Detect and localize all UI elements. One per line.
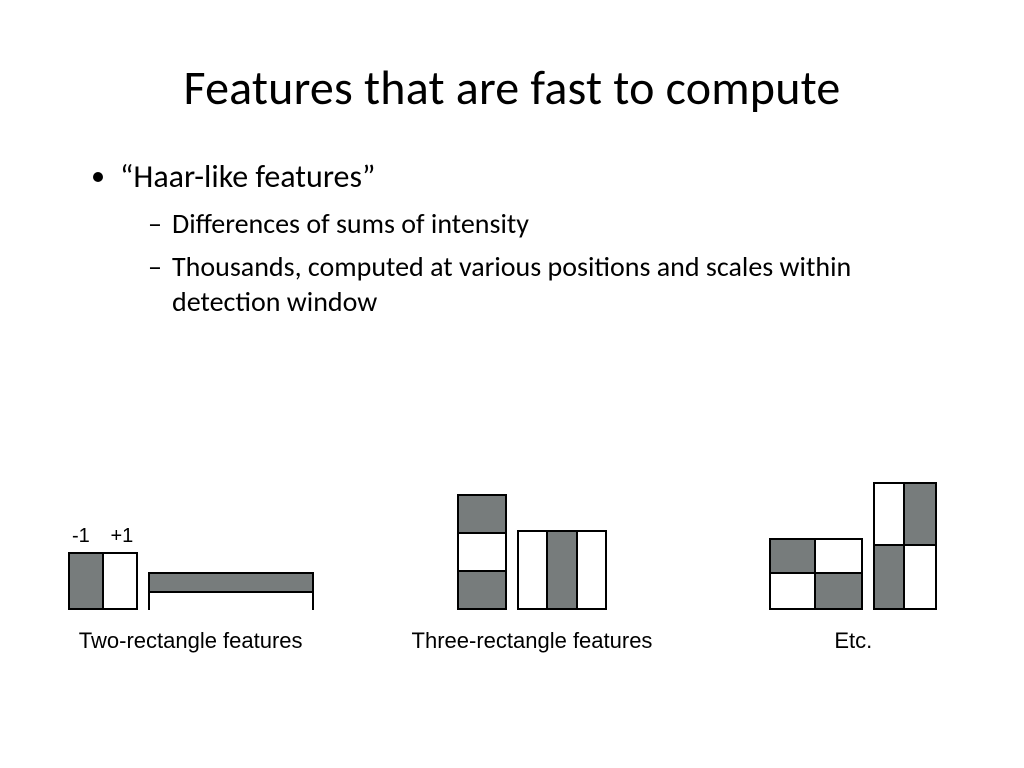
three-rectangle-group: Three-rectangle features bbox=[392, 470, 672, 654]
sub-bullet-list: Differences of sums of intensity Thousan… bbox=[120, 206, 944, 319]
three-rect-horizontal-icon bbox=[517, 530, 607, 610]
four-rect-tall-icon bbox=[873, 482, 937, 610]
etc-group: Etc. bbox=[733, 470, 973, 654]
two-rect-vertical-wrap: -1 +1 bbox=[68, 525, 138, 610]
slide-title: Features that are fast to compute bbox=[0, 0, 1024, 117]
etc-caption: Etc. bbox=[834, 628, 872, 654]
two-rect-caption: Two-rectangle features bbox=[79, 628, 303, 654]
weight-plus-one: +1 bbox=[110, 525, 133, 548]
two-rect-horizontal-icon bbox=[148, 572, 314, 610]
slide-body: “Haar-like features” Differences of sums… bbox=[0, 117, 1024, 319]
two-rect-vertical-icon bbox=[68, 552, 138, 610]
weight-minus-one: -1 bbox=[72, 525, 90, 548]
two-rectangle-group: -1 +1 Two-rectangle features bbox=[51, 470, 331, 654]
three-rect-caption: Three-rectangle features bbox=[412, 628, 653, 654]
three-rect-vertical-icon bbox=[457, 494, 507, 610]
bullet-main-text: “Haar-like features” bbox=[120, 157, 375, 196]
sub-bullet-1: Differences of sums of intensity bbox=[148, 206, 944, 241]
two-rectangle-figures: -1 +1 bbox=[68, 470, 314, 610]
etc-figures bbox=[769, 470, 937, 610]
three-rectangle-figures bbox=[457, 470, 607, 610]
figure-row: -1 +1 Two-rectangle features bbox=[0, 470, 1024, 654]
four-rect-wide-icon bbox=[769, 538, 863, 610]
bullet-main: “Haar-like features” Differences of sums… bbox=[120, 157, 944, 319]
slide: Features that are fast to compute “Haar-… bbox=[0, 0, 1024, 768]
bullet-list: “Haar-like features” Differences of sums… bbox=[80, 157, 944, 319]
weight-annotations: -1 +1 bbox=[68, 525, 138, 548]
sub-bullet-2: Thousands, computed at various positions… bbox=[148, 249, 944, 319]
